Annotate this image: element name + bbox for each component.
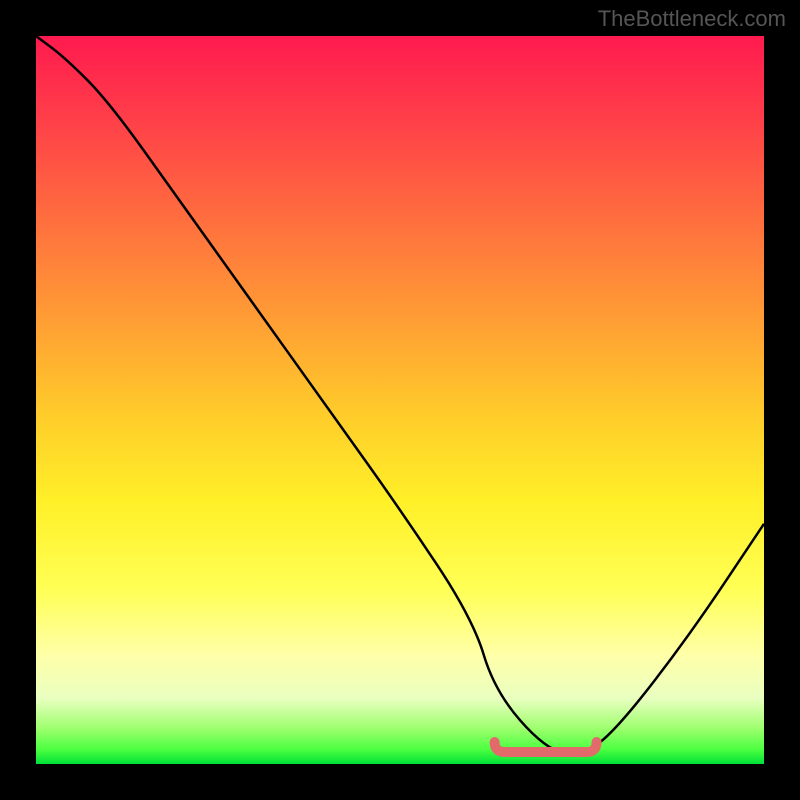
chart-plot-area [36,36,764,764]
watermark-text: TheBottleneck.com [598,6,786,32]
chart-svg [36,36,764,764]
bottleneck-curve-line [36,36,764,754]
